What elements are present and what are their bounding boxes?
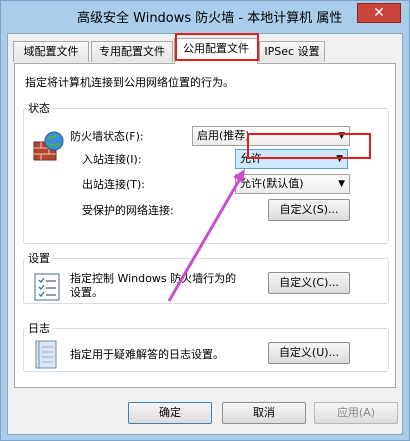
customize-protected-button[interactable]: 自定义(S)... (268, 199, 350, 221)
apply-button[interactable]: 应用(A) (314, 402, 398, 424)
outbound-value: 允许(默认值) (240, 177, 304, 190)
title-bar: 高级安全 Windows 防火墙 - 本地计算机 属性 ✕ (1, 1, 409, 33)
chevron-down-icon: ▼ (338, 179, 345, 189)
firewall-globe-icon (32, 130, 66, 164)
customize-logging-button[interactable]: 自定义(U)... (268, 342, 350, 364)
tab-private-profile[interactable]: 专用配置文件 (91, 41, 173, 62)
firewall-state-label: 防火墙状态(F): (70, 130, 144, 143)
firewall-state-select[interactable]: 启用(推荐) ▼ (192, 126, 350, 146)
protected-connections-label: 受保护的网络连接: (82, 204, 174, 217)
chevron-down-icon: ▼ (336, 154, 343, 164)
chevron-down-icon: ▼ (338, 131, 345, 141)
inbound-select[interactable]: 允许 ▼ (235, 149, 348, 169)
dialog-client: 域配置文件 专用配置文件 公用配置文件 IPSec 设置 指定将计算机连接到公用… (7, 33, 403, 435)
window-title: 高级安全 Windows 防火墙 - 本地计算机 属性 (77, 11, 343, 26)
logging-group: 日志 指定用于疑难解答的日志设置。 自定义(U)... (23, 320, 389, 372)
customize-settings-button[interactable]: 自定义(C)... (268, 272, 350, 294)
settings-description-line2: 设置。 (70, 286, 103, 299)
cancel-button[interactable]: 取消 (222, 402, 306, 424)
settings-list-icon (32, 272, 62, 302)
inbound-label: 入站连接(I): (82, 153, 142, 166)
profile-description: 指定将计算机连接到公用网络位置的行为。 (25, 76, 234, 89)
logging-legend: 日志 (28, 322, 50, 335)
tab-ipsec-settings[interactable]: IPSec 设置 (259, 41, 325, 62)
ok-button[interactable]: 确定 (128, 402, 212, 424)
settings-legend: 设置 (28, 252, 50, 265)
properties-dialog: 高级安全 Windows 防火墙 - 本地计算机 属性 ✕ 域配置文件 专用配置… (0, 0, 410, 441)
firewall-state-value: 启用(推荐) (197, 129, 250, 142)
settings-group: 设置 指定控制 Windows 防火墙行为的 设置。 自定义(C)... (23, 250, 389, 304)
outbound-select[interactable]: 允许(默认值) ▼ (235, 174, 350, 194)
tab-domain-profile[interactable]: 域配置文件 (13, 41, 89, 62)
logging-description: 指定用于疑难解答的日志设置。 (70, 348, 224, 361)
inbound-value: 允许 (240, 152, 262, 165)
tab-public-profile[interactable]: 公用配置文件 (174, 38, 258, 64)
outbound-label: 出站连接(T): (82, 178, 146, 191)
public-profile-panel: 指定将计算机连接到公用网络位置的行为。 状态 防火墙状态(F): 启用(推荐) ▼… (14, 63, 396, 388)
close-button[interactable]: ✕ (357, 3, 401, 23)
state-group: 状态 防火墙状态(F): 启用(推荐) ▼ 入站连接(I): 允许 ▼ 出站连接… (23, 100, 389, 244)
state-legend: 状态 (28, 102, 50, 115)
log-notebook-icon (34, 340, 58, 370)
